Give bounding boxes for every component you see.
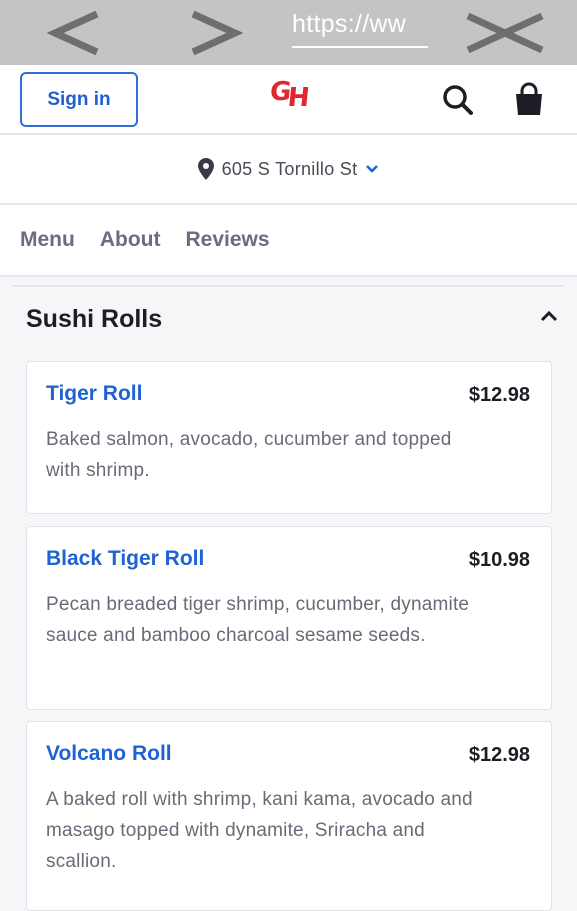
menu-item-card[interactable]: Black Tiger Roll $10.98 Pecan breaded ti… <box>26 526 552 710</box>
menu-item-price: $10.98 <box>468 549 530 571</box>
restaurant-tabs: Menu About Reviews <box>0 205 577 277</box>
back-button[interactable] <box>45 0 105 65</box>
menu-item-price: $12.98 <box>468 744 530 766</box>
chevron-right-icon <box>191 10 243 55</box>
section-title: Sushi Rolls <box>26 305 163 333</box>
chevron-up-icon[interactable] <box>538 305 560 327</box>
browser-toolbar: https://ww <box>0 0 577 65</box>
delivery-address-selector[interactable]: 605 S Tornillo St <box>0 135 577 205</box>
close-icon <box>466 12 543 53</box>
chevron-down-icon <box>366 165 379 173</box>
tab-menu[interactable]: Menu <box>20 228 75 252</box>
menu-item-name[interactable]: Volcano Roll <box>46 742 172 766</box>
tab-about[interactable]: About <box>100 228 161 252</box>
menu-item-name[interactable]: Tiger Roll <box>46 382 142 406</box>
chevron-left-icon <box>47 10 99 55</box>
site-header: Sign in GH <box>0 65 577 135</box>
tab-reviews[interactable]: Reviews <box>185 228 269 252</box>
brand-logo[interactable]: GH <box>268 77 308 113</box>
cart-button[interactable] <box>511 82 547 118</box>
menu-item-description: Pecan breaded tiger shrimp, cucumber, dy… <box>46 594 470 646</box>
menu-item-price: $12.98 <box>468 384 530 406</box>
search-button[interactable] <box>440 82 476 118</box>
logo-letter-h: H <box>286 83 309 113</box>
menu-item-description: A baked roll with shrimp, kani kama, avo… <box>46 789 473 872</box>
menu-item-description: Baked salmon, avocado, cucumber and topp… <box>46 429 452 481</box>
search-icon <box>443 85 473 115</box>
close-tab-button[interactable] <box>462 0 547 65</box>
url-field[interactable]: https://ww <box>292 10 406 39</box>
menu-item-card[interactable]: Tiger Roll $12.98 Baked salmon, avocado,… <box>26 361 552 514</box>
location-pin-icon <box>197 158 214 180</box>
forward-button[interactable] <box>185 0 245 65</box>
sign-in-button[interactable]: Sign in <box>20 72 138 127</box>
shopping-bag-icon <box>516 82 542 115</box>
menu-item-card[interactable]: Volcano Roll $12.98 A baked roll with sh… <box>26 721 552 911</box>
menu-section-sushi-rolls: Sushi Rolls Tiger Roll $12.98 Baked salm… <box>13 285 564 911</box>
address-text: 605 S Tornillo St <box>221 158 358 179</box>
menu-item-name[interactable]: Black Tiger Roll <box>46 547 204 571</box>
url-underline <box>292 46 428 48</box>
